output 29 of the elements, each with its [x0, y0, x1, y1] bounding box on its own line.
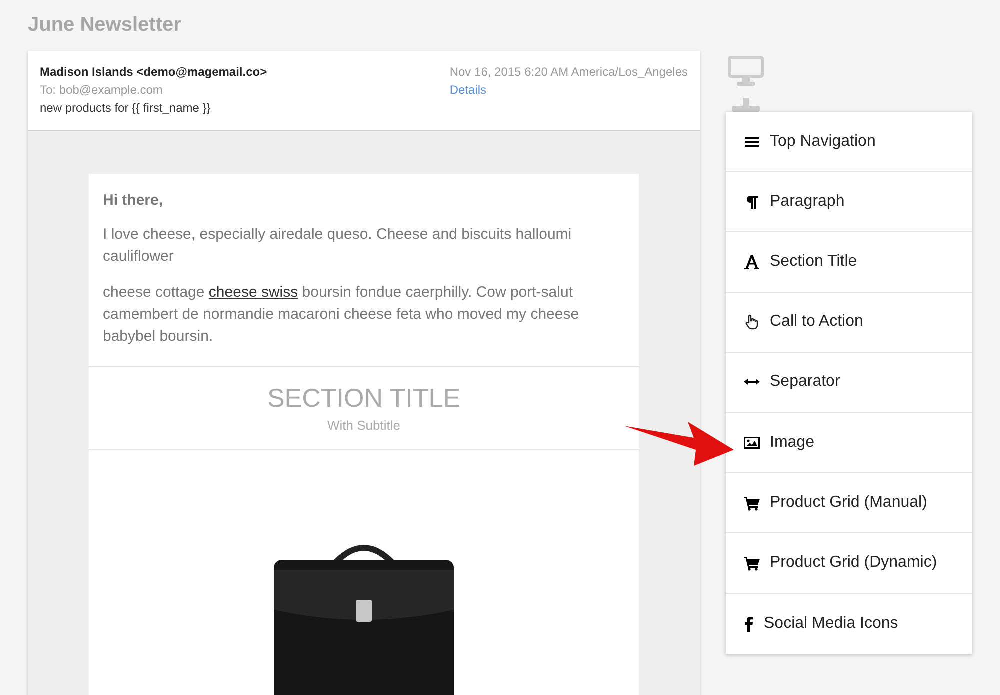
block-menu-item[interactable]: Social Media Icons	[726, 594, 972, 654]
subject-text: new products for {{ first_name }}	[40, 101, 211, 115]
page-title: June Newsletter	[28, 14, 182, 37]
desktop-icon[interactable]	[728, 56, 764, 86]
facebook-icon	[744, 616, 754, 632]
cart-icon	[744, 494, 760, 511]
date-text: Nov 16, 2015 6:20 AM America/Los_Angeles	[450, 65, 688, 79]
pilcrow-icon	[744, 194, 760, 210]
cart-icon	[744, 554, 760, 571]
device-icon[interactable]	[732, 98, 760, 112]
image-icon	[744, 434, 760, 451]
block-menu-item[interactable]: Section Title	[726, 232, 972, 293]
letter-icon	[744, 254, 760, 270]
section-title: SECTION TITLE	[267, 383, 461, 414]
inline-link[interactable]: cheese swiss	[208, 284, 298, 301]
pointer-hand-icon	[744, 314, 760, 330]
greeting-text: Hi there,	[103, 191, 164, 211]
paragraph-text: cheese cottage cheese swiss boursin fondue caerphilly. Cow port-salut camembert de normandie macaroni cheese feta who moved my cheese babybel boursin.	[103, 283, 580, 347]
sender-text: Madison Islands <demo@magemail.co>	[40, 65, 268, 79]
section-subtitle: With Subtitle	[328, 418, 400, 433]
block-menu-item[interactable]: Product Grid (Dynamic)	[726, 533, 972, 594]
recipient-text: To: bob@example.com	[40, 83, 163, 97]
block-menu-item[interactable]: Product Grid (Manual)	[726, 473, 972, 534]
block-menu-item[interactable]: Separator	[726, 352, 972, 413]
block-menu-item[interactable]: Call to Action	[726, 292, 972, 353]
paragraph-text: I love cheese, especially airedale queso. Cheese and biscuits halloumi cauliflower	[103, 225, 573, 267]
block-menu-item[interactable]: Top Navigation	[726, 112, 972, 172]
block-menu-item[interactable]: Image	[726, 412, 972, 474]
block-menu-item[interactable]: Paragraph	[726, 172, 972, 232]
